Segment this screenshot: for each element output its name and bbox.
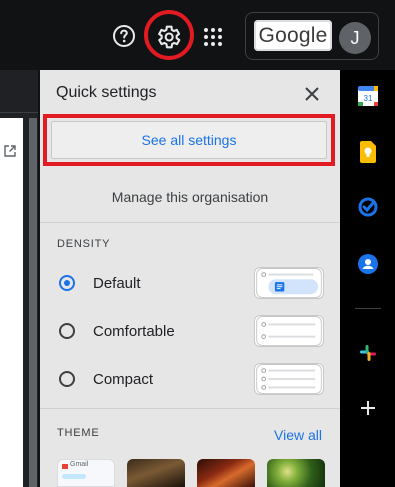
see-all-settings-button[interactable]: See all settings xyxy=(51,121,327,159)
google-logo-text: Google xyxy=(258,24,328,47)
manage-organisation-link[interactable]: Manage this organisation xyxy=(40,189,340,205)
tasks-icon[interactable] xyxy=(358,197,378,217)
theme-heading: THEME xyxy=(57,427,100,439)
density-heading: DENSITY xyxy=(57,238,111,250)
density-option-label[interactable]: Comfortable xyxy=(93,323,175,340)
keep-icon[interactable] xyxy=(359,141,377,163)
gmail-icon xyxy=(62,464,68,469)
close-icon[interactable] xyxy=(303,85,321,103)
side-panel xyxy=(340,70,395,487)
add-icon[interactable] xyxy=(359,399,377,417)
density-compact-radio[interactable] xyxy=(59,371,75,387)
apps-grid-icon[interactable] xyxy=(203,27,223,47)
divider xyxy=(40,408,340,409)
density-option-label[interactable]: Compact xyxy=(93,371,153,388)
panel-title: Quick settings xyxy=(56,84,157,101)
density-default-radio[interactable] xyxy=(59,275,75,291)
content-area xyxy=(0,118,23,487)
svg-text:31: 31 xyxy=(364,94,373,103)
open-in-new-icon[interactable] xyxy=(3,144,17,158)
contacts-icon[interactable] xyxy=(358,254,378,274)
density-comfortable-preview xyxy=(254,315,324,347)
divider xyxy=(40,222,340,223)
theme-thumbnail-leaf[interactable] xyxy=(267,459,325,487)
compose-bar xyxy=(62,474,86,479)
calendar-icon[interactable]: 31 xyxy=(357,85,379,107)
divider xyxy=(355,308,381,309)
density-option-label[interactable]: Default xyxy=(93,275,141,292)
density-comfortable-radio[interactable] xyxy=(59,323,75,339)
theme-thumbnail-default[interactable]: Gmail xyxy=(57,459,115,487)
avatar[interactable]: J xyxy=(339,22,371,54)
theme-thumbnail-fire[interactable] xyxy=(197,459,255,487)
divider xyxy=(0,112,38,113)
slack-icon[interactable] xyxy=(358,343,378,363)
density-compact-preview xyxy=(254,363,324,395)
theme-thumbnail-chess[interactable] xyxy=(127,459,185,487)
help-icon[interactable] xyxy=(112,24,136,48)
view-all-themes-link[interactable]: View all xyxy=(274,427,322,443)
density-default-preview xyxy=(254,267,324,299)
scrollbar[interactable] xyxy=(29,118,37,487)
gear-icon[interactable] xyxy=(154,23,182,51)
theme-thumbnail-text: Gmail xyxy=(70,461,89,468)
